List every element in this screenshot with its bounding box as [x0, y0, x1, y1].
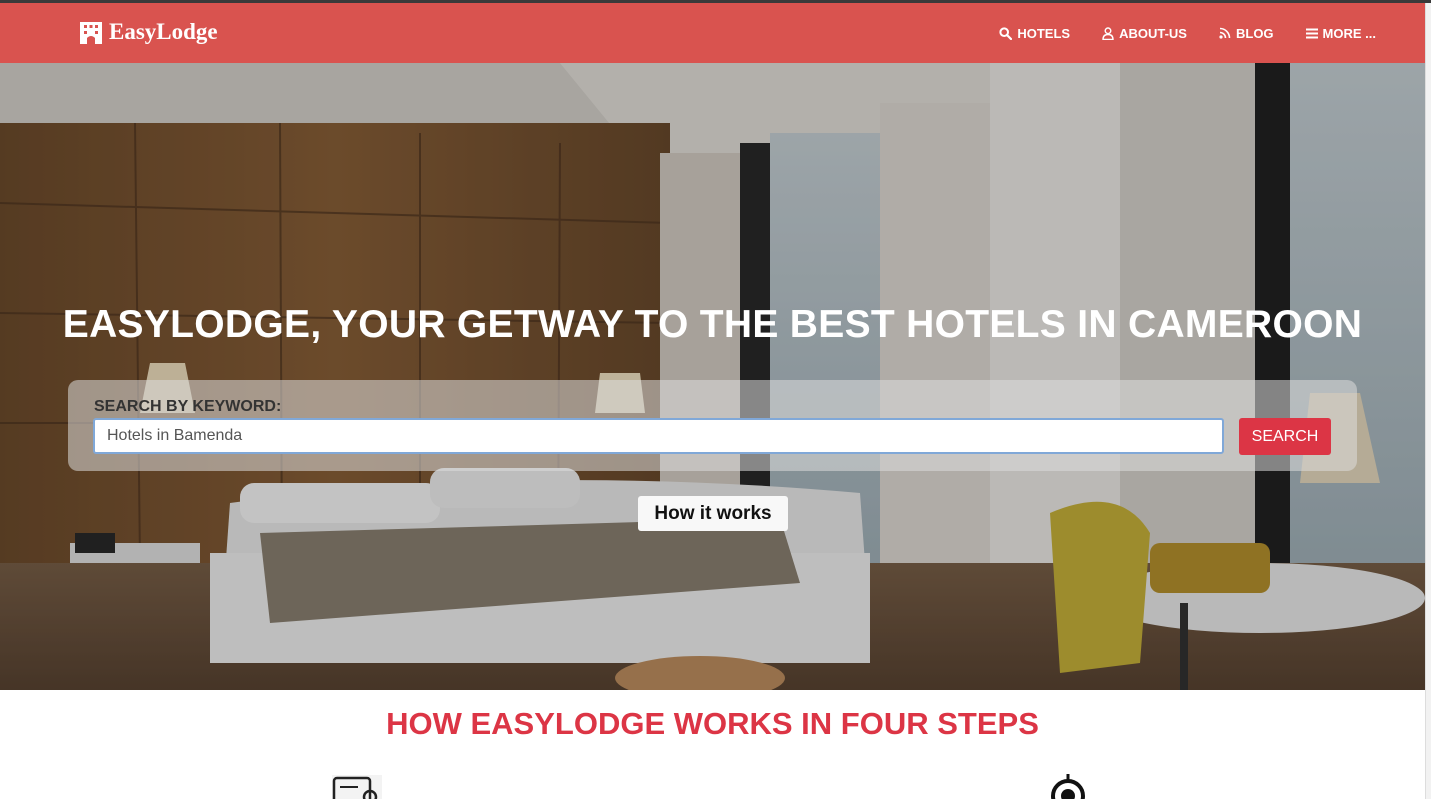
nav-item-hotels[interactable]: HOTELS: [999, 26, 1070, 41]
nav-item-about-us[interactable]: ABOUT-US: [1102, 26, 1187, 41]
rss-icon: [1219, 27, 1231, 39]
search-input[interactable]: [93, 418, 1224, 454]
search-icon: [999, 26, 1013, 40]
navbar: EasyLodge HOTELS ABOUT-US BLOG MORE ...: [0, 3, 1425, 63]
steps-section-title: HOW EASYLODGE WORKS IN FOUR STEPS: [386, 706, 1039, 741]
page-scrollbar[interactable]: [1425, 3, 1431, 799]
nav-label-hotels: HOTELS: [1017, 25, 1071, 41]
hotel-building-icon: [80, 22, 102, 44]
location-target-icon: [1051, 774, 1085, 799]
brand-logo-link[interactable]: EasyLodge: [78, 19, 218, 45]
hero-hotel-room-image: [0, 63, 1425, 690]
user-icon: [1102, 26, 1114, 40]
nav-menu: HOTELS ABOUT-US BLOG MORE ...: [967, 3, 1376, 63]
menu-bars-icon: [1305, 28, 1318, 38]
search-label: SEARCH BY KEYWORD:: [94, 398, 282, 415]
hero-section: EASYLODGE, YOUR GETWAY TO THE BEST HOTEL…: [0, 63, 1425, 690]
how-it-works-button[interactable]: How it works: [638, 496, 788, 531]
nav-label-blog: BLOG: [1235, 25, 1274, 41]
brand-name: EasyLodge: [109, 19, 218, 44]
nav-item-blog[interactable]: BLOG: [1219, 26, 1274, 41]
search-panel: SEARCH BY KEYWORD: SEARCH: [68, 380, 1357, 471]
nav-label-about-us: ABOUT-US: [1119, 25, 1187, 41]
hero-title: EASYLODGE, YOUR GETWAY TO THE BEST HOTEL…: [62, 303, 1363, 346]
search-button[interactable]: SEARCH: [1239, 418, 1331, 455]
nav-item-more[interactable]: MORE ...: [1305, 25, 1376, 41]
document-search-icon: [332, 775, 382, 799]
nav-label-more: MORE ...: [1322, 25, 1376, 41]
